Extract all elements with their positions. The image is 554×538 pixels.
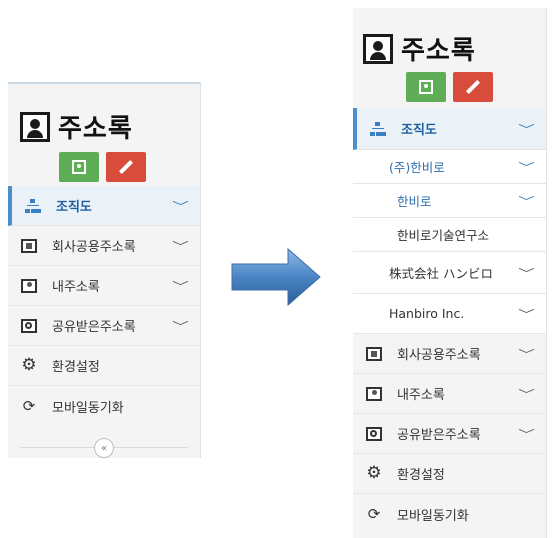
chevron-down-icon[interactable]: ﹀ <box>518 121 535 137</box>
sidebar-collapse: « <box>8 436 200 460</box>
pencil-icon <box>118 159 134 175</box>
contacts-icon <box>20 278 38 294</box>
company-book-icon <box>365 346 383 362</box>
menu-item-label: 환경설정 <box>52 360 100 375</box>
edit-button[interactable] <box>453 72 493 102</box>
address-book-icon <box>363 33 393 64</box>
brand-title: 주소록 <box>401 36 476 66</box>
chevron-down-icon[interactable]: ﹀ <box>518 346 535 362</box>
menu-item-mobile-sync[interactable]: ⟳ 모바일동기화 <box>353 494 546 534</box>
right-arrow-icon <box>231 247 321 307</box>
menu-item-mobile-sync[interactable]: ⟳ 모바일동기화 <box>8 386 200 426</box>
shared-book-icon <box>20 318 38 334</box>
brand: 주소록 <box>20 108 133 145</box>
menu-item-label: 모바일동기화 <box>397 508 469 524</box>
edit-button[interactable] <box>106 152 146 182</box>
org-tree-label: 株式会社 ハンビロ <box>389 266 493 281</box>
org-tree-item[interactable]: 한비로기술연구소 <box>353 218 546 252</box>
menu-item-label: 회사공용주소록 <box>397 348 481 363</box>
org-tree-label: (주)한비로 <box>389 160 445 175</box>
collapse-icon[interactable]: « <box>94 438 114 458</box>
menu-item-settings[interactable]: ⚙ 환경설정 <box>8 346 200 386</box>
contacts-icon <box>365 386 383 402</box>
menu-item-my-contacts[interactable]: 내주소록 ﹀ <box>8 266 200 306</box>
chevron-down-icon[interactable]: ﹀ <box>172 198 189 214</box>
menu-item-label: 모바일동기화 <box>52 400 124 416</box>
left-sidebar: 주소록 조직도 ﹀ 회사공용주소록 ﹀ 내주소록 ﹀ 공유받은주소록 ﹀ ⚙ 환… <box>8 82 201 458</box>
org-chart-icon <box>369 121 387 137</box>
brand: 주소록 <box>363 30 476 67</box>
menu-item-my-contacts[interactable]: 내주소록 ﹀ <box>353 374 546 414</box>
add-contact-button[interactable] <box>59 152 99 182</box>
sync-icon: ⟳ <box>367 504 381 523</box>
right-sidebar: 주소록 조직도 ﹀ (주)한비로 ﹀ 한비로 ﹀ 한비로기술연구소 株式会社 ハ… <box>353 8 547 538</box>
chevron-down-icon[interactable]: ﹀ <box>518 426 535 442</box>
menu-item-company-shared[interactable]: 회사공용주소록 ﹀ <box>353 334 546 374</box>
org-tree-label: 한비로기술연구소 <box>397 228 490 243</box>
menu-item-label: 내주소록 <box>52 280 100 295</box>
menu-item-shared-received[interactable]: 공유받은주소록 ﹀ <box>8 306 200 346</box>
org-tree-item[interactable]: (주)한비로 ﹀ <box>353 150 546 184</box>
pencil-icon <box>465 79 481 95</box>
add-contact-button[interactable] <box>406 72 446 102</box>
menu-item-label: 조직도 <box>401 123 437 138</box>
menu-item-settings[interactable]: ⚙ 환경설정 <box>353 454 546 494</box>
menu-item-shared-received[interactable]: 공유받은주소록 ﹀ <box>353 414 546 454</box>
menu-item-org-chart[interactable]: 조직도 ﹀ <box>8 186 200 226</box>
contact-card-icon <box>72 160 86 174</box>
menu-item-label: 회사공용주소록 <box>52 240 136 255</box>
menu-item-label: 공유받은주소록 <box>397 428 481 443</box>
brand-title: 주소록 <box>58 114 133 144</box>
gear-icon: ⚙ <box>366 463 382 483</box>
chevron-down-icon[interactable]: ﹀ <box>518 306 535 322</box>
chevron-down-icon[interactable]: ﹀ <box>172 238 189 254</box>
shared-book-icon <box>365 426 383 442</box>
chevron-down-icon[interactable]: ﹀ <box>518 386 535 402</box>
chevron-down-icon[interactable]: ﹀ <box>518 265 535 281</box>
org-tree-item[interactable]: Hanbiro Inc. ﹀ <box>353 294 546 334</box>
menu-item-label: 환경설정 <box>397 468 445 483</box>
contact-card-icon <box>419 80 433 94</box>
gear-icon: ⚙ <box>21 355 37 375</box>
chevron-down-icon[interactable]: ﹀ <box>172 318 189 334</box>
menu-item-company-shared[interactable]: 회사공용주소록 ﹀ <box>8 226 200 266</box>
org-chart-icon <box>24 198 42 214</box>
address-book-icon <box>20 111 50 142</box>
chevron-down-icon[interactable]: ﹀ <box>172 278 189 294</box>
menu-item-org-chart[interactable]: 조직도 ﹀ <box>353 108 546 150</box>
sync-icon: ⟳ <box>22 396 36 415</box>
org-tree-label: 한비로 <box>397 194 432 209</box>
menu-item-label: 공유받은주소록 <box>52 320 136 335</box>
chevron-down-icon[interactable]: ﹀ <box>518 159 535 175</box>
org-tree-item[interactable]: 한비로 ﹀ <box>353 184 546 218</box>
company-book-icon <box>20 238 38 254</box>
chevron-down-icon[interactable]: ﹀ <box>518 193 535 209</box>
org-tree-label: Hanbiro Inc. <box>389 306 465 321</box>
menu-item-label: 내주소록 <box>397 388 445 403</box>
org-tree-item[interactable]: 株式会社 ハンビロ ﹀ <box>353 252 546 294</box>
menu-item-label: 조직도 <box>56 200 92 215</box>
